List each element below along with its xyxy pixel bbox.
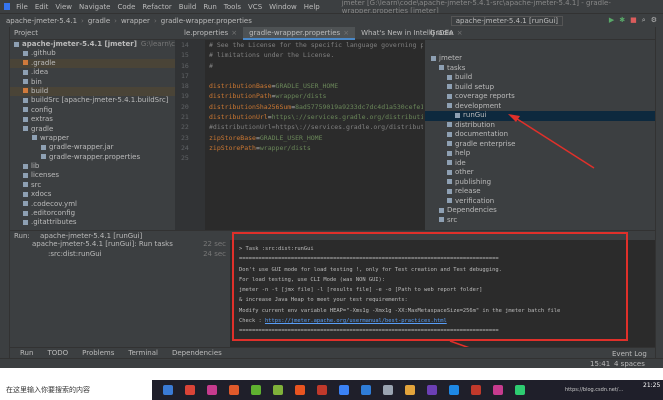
status-bar: Event Log 15:41 4 spaces xyxy=(0,350,663,368)
taskbar-app-icon[interactable] xyxy=(185,385,195,395)
annotation-arrows xyxy=(449,114,595,377)
taskbar-app-icon[interactable] xyxy=(207,385,217,395)
taskbar-app-icon[interactable] xyxy=(405,385,415,395)
taskbar-app-icon[interactable] xyxy=(515,385,525,395)
taskbar-app-icon[interactable] xyxy=(273,385,283,395)
event-log-button[interactable]: Event Log xyxy=(612,349,647,359)
taskbar-app-icon[interactable] xyxy=(449,385,459,395)
desktop-gap xyxy=(0,368,663,380)
clock: 21:25 xyxy=(643,382,661,389)
arrow-head xyxy=(508,114,520,122)
taskbar-app-icon[interactable] xyxy=(361,385,371,395)
bottom-tab-problems[interactable]: Problems xyxy=(82,348,114,358)
taskbar-search[interactable]: 在这里输入你要搜索的内容 xyxy=(0,380,152,400)
taskbar-app-icon[interactable] xyxy=(295,385,305,395)
bottom-tab-dependencies[interactable]: Dependencies xyxy=(172,348,222,358)
taskbar-app-icon[interactable] xyxy=(383,385,393,395)
taskbar-app-icon[interactable] xyxy=(229,385,239,395)
taskbar-app-icon[interactable] xyxy=(163,385,173,395)
bottom-tab-run[interactable]: Run xyxy=(20,348,33,358)
taskbar-app-icon[interactable] xyxy=(251,385,261,395)
bottom-tab-terminal[interactable]: Terminal xyxy=(128,348,158,358)
taskbar-app-icon[interactable] xyxy=(493,385,503,395)
taskbar-app-icon[interactable] xyxy=(471,385,481,395)
taskbar-app-icon[interactable] xyxy=(317,385,327,395)
taskbar-app-icon[interactable] xyxy=(339,385,349,395)
taskbar-app-icon[interactable] xyxy=(427,385,437,395)
bottom-tab-todo[interactable]: TODO xyxy=(47,348,68,358)
bottom-tool-tabs: Run TODO Problems Terminal Dependencies xyxy=(10,347,655,358)
watermark: https://blog.csdn.net/... xyxy=(565,387,624,393)
arrow-line xyxy=(513,116,595,169)
